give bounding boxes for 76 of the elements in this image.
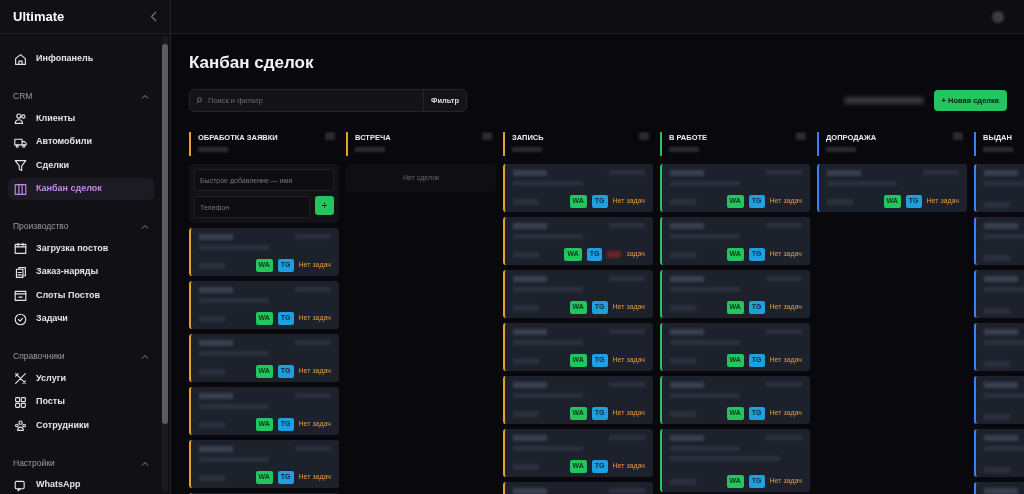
section-title: CRM [13, 90, 33, 103]
redacted-text [984, 382, 1018, 388]
documents-icon [14, 265, 27, 279]
chevron-up-icon[interactable] [141, 460, 149, 466]
redacted-text [513, 435, 547, 441]
collapse-icon[interactable] [150, 11, 157, 22]
sidebar-item[interactable]: Услуги [8, 367, 154, 390]
redacted-text [670, 329, 704, 335]
redacted-text [199, 393, 233, 399]
sidebar-item[interactable]: Канбан сделок [8, 178, 154, 200]
redacted-text [198, 147, 228, 153]
chevron-up-icon[interactable] [141, 94, 149, 99]
redacted-text [670, 170, 704, 176]
redacted-text [512, 147, 542, 153]
add-button[interactable]: + [315, 196, 334, 215]
redacted-text [513, 488, 547, 494]
scrollbar[interactable] [162, 36, 168, 492]
funnel-icon [14, 159, 27, 172]
chevron-up-icon[interactable] [141, 224, 149, 229]
count-badge [796, 132, 806, 140]
redacted-text [199, 340, 233, 346]
redacted-text [670, 382, 704, 388]
team-icon [14, 419, 27, 432]
sidebar-item[interactable]: Посты [8, 391, 154, 413]
check-circle-icon [14, 312, 27, 326]
sidebar-item[interactable]: Загрузка постов [8, 237, 154, 260]
calendar-icon [14, 242, 27, 255]
sidebar-item[interactable]: Инфопанель [8, 48, 154, 70]
redacted-text [199, 287, 233, 293]
redacted-text [827, 170, 861, 176]
redacted-text [984, 488, 1018, 494]
redacted-text [984, 223, 1018, 229]
redacted-text [984, 329, 1018, 335]
redacted-text [355, 147, 385, 153]
grid-icon [14, 395, 27, 409]
redacted-text [984, 170, 1018, 176]
redacted-text [513, 223, 547, 229]
redacted-text [199, 234, 233, 240]
redacted-text [984, 276, 1018, 282]
count-badge [482, 132, 492, 140]
sidebar-item[interactable]: Клиенты [8, 107, 154, 130]
tools-icon [14, 372, 27, 385]
section-title: Настройки [13, 456, 55, 470]
sidebar-item[interactable]: Заказ-наряды [8, 261, 154, 283]
redacted-text [670, 223, 704, 229]
count-badge [325, 132, 335, 140]
count-badge [639, 132, 649, 140]
count-badge [953, 132, 963, 140]
redacted-text [826, 147, 856, 153]
redacted-text [669, 147, 699, 153]
chat-icon [14, 478, 27, 492]
redacted-text [513, 382, 547, 388]
redacted-text [513, 276, 547, 282]
redacted-text [199, 446, 233, 452]
sidebar-item[interactable]: Автомобили [8, 131, 154, 153]
redacted-text [984, 435, 1018, 441]
calendar-icon [14, 289, 27, 302]
search-icon [196, 97, 202, 104]
section-title: Производство [13, 220, 69, 233]
sidebar-item[interactable]: Сотрудники [8, 414, 154, 437]
home-icon [14, 52, 27, 66]
app-logo: Ultimate [13, 7, 65, 26]
redacted-text [513, 329, 547, 335]
redacted-text [513, 170, 547, 176]
redacted-text [670, 435, 704, 441]
sidebar-item[interactable]: Задачи [8, 308, 154, 330]
redacted-text [670, 276, 704, 282]
columns-icon [14, 182, 27, 196]
sidebar-item[interactable]: Сделки [8, 154, 154, 177]
redacted-text [983, 147, 1013, 153]
sidebar-item[interactable]: Слоты Постов [8, 284, 154, 307]
section-title: Справочники [13, 350, 65, 363]
users-icon [14, 112, 27, 125]
page-title: Канбан сделок [189, 52, 315, 72]
sidebar-item[interactable]: WhatsApp [8, 474, 154, 494]
chevron-up-icon[interactable] [141, 354, 149, 359]
